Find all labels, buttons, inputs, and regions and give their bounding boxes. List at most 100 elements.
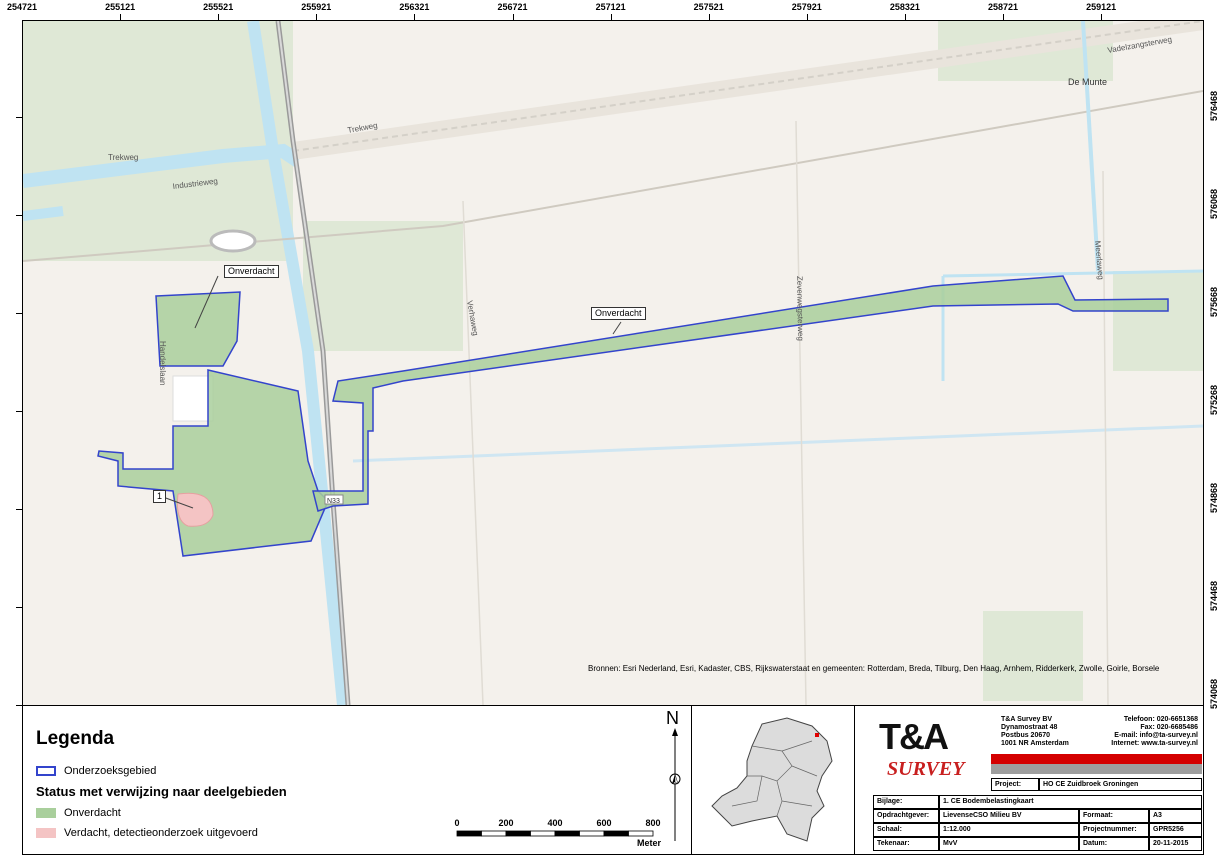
legend-item-onderzoeksgebied: Onderzoeksgebied <box>36 764 156 777</box>
scale-tick-label: 400 <box>547 818 563 828</box>
callout-leader-2 <box>612 321 622 335</box>
track-oval <box>209 229 257 253</box>
scale-segment <box>603 830 629 837</box>
legend-label-onderzoeksgebied: Onderzoeksgebied <box>64 764 157 777</box>
projectnummer-value: GPR5256 <box>1149 823 1202 837</box>
company-address: Dynamostraat 48 Postbus 20670 1001 NR Am… <box>1001 724 1069 747</box>
legend-title: Legenda <box>36 728 115 749</box>
main-canal <box>247 21 349 705</box>
x-coordinate-label: 258321 <box>889 2 920 12</box>
callout-onverdacht-2: Onverdacht <box>591 307 646 320</box>
scale-segment <box>628 830 654 837</box>
logo-subtext: SURVEY <box>887 758 965 780</box>
area-onverdacht-main[interactable] <box>97 369 329 557</box>
road-label-n33: N33 <box>327 498 340 505</box>
north-label: N <box>666 708 679 728</box>
scale-tick-label: 600 <box>596 818 612 828</box>
green-field-e <box>1113 271 1203 371</box>
gray-band <box>991 764 1202 774</box>
x-coordinate-label: 257121 <box>595 2 626 12</box>
map-sources: Bronnen: Esri Nederland, Esri, Kadaster,… <box>588 664 1160 673</box>
callout-onverdacht-1: Onverdacht <box>224 265 279 278</box>
bottom-panel: Legenda Onderzoeksgebied Status met verw… <box>22 705 1204 855</box>
road-label-zevenwegsterweg: Zevenwegsterweg <box>795 276 805 341</box>
opdrachtgever-label: Opdrachtgever: <box>873 809 939 823</box>
netherlands-overview-map <box>691 706 855 854</box>
y-coordinate-label: 574068 <box>1209 678 1219 710</box>
bijlage-label: Bijlage: <box>873 795 939 809</box>
scale-bar: 0 200 400 600 800 Meter <box>451 814 661 849</box>
y-coordinate-label: 576468 <box>1209 90 1219 122</box>
company-contact: Telefoon: 020-6651368 Fax: 020-6685486 E… <box>1111 716 1198 747</box>
map-canvas: Trekweg Trekweg Industrieweg Vadelzangst… <box>23 21 1203 705</box>
opdrachtgever-value: LievenseCSO Milieu BV <box>939 809 1079 823</box>
legend-item-verdacht: Verdacht, detectieonderzoek uitgevoerd <box>36 826 258 839</box>
scale-tick-label: 0 <box>454 818 460 828</box>
ditch-long <box>352 424 1203 463</box>
x-coordinate-label: 257921 <box>791 2 822 12</box>
x-coordinate-label: 255121 <box>105 2 136 12</box>
y-coordinate-label: 574468 <box>1209 580 1219 612</box>
projectnummer-label: Projectnummer: <box>1079 823 1149 837</box>
scale-tick-label: 800 <box>645 818 661 828</box>
legend-label-onverdacht: Onverdacht <box>64 806 121 819</box>
x-coordinate-label: 256321 <box>399 2 430 12</box>
x-coordinate-label: 259121 <box>1086 2 1117 12</box>
company-name: T&A Survey BV <box>1001 716 1053 723</box>
legend-swatch-verdacht <box>36 827 56 838</box>
legend-label-verdacht: Verdacht, detectieonderzoek uitgevoerd <box>64 826 258 839</box>
scale-tick-label: 200 <box>498 818 514 828</box>
x-coordinate-label: 254721 <box>6 2 38 12</box>
legend: Legenda Onderzoeksgebied Status met verw… <box>23 706 668 854</box>
legend-subtitle: Status met verwijzing naar deelgebieden <box>36 784 287 799</box>
building-plot <box>172 375 214 422</box>
scale-segment <box>530 830 556 837</box>
project-value: HO CE Zuidbroek Groningen <box>1039 778 1202 791</box>
formaat-value: A3 <box>1149 809 1202 823</box>
scale-segment <box>554 830 580 837</box>
datum-label: Datum: <box>1079 837 1149 851</box>
legend-swatch-onverdacht <box>36 807 56 818</box>
netherlands-outline-icon <box>711 717 833 842</box>
red-band <box>991 754 1202 764</box>
canal-small <box>23 206 64 221</box>
road-verhaweg <box>462 200 484 705</box>
x-coordinate-label: 258721 <box>987 2 1019 12</box>
y-coordinate-label: 574868 <box>1209 482 1219 514</box>
scale-segment <box>579 830 605 837</box>
road-zevenweg <box>795 120 807 705</box>
scale-segment <box>481 830 507 837</box>
map-frame[interactable]: Trekweg Trekweg Industrieweg Vadelzangst… <box>22 20 1204 706</box>
map-page: 254721 255121 255521 255921 256321 256721 2571… <box>0 0 1222 856</box>
x-coordinate-label: 255921 <box>301 2 332 12</box>
green-field-se <box>983 611 1083 701</box>
x-coordinate-label: 256721 <box>497 2 528 12</box>
north-arrow: N <box>661 706 691 854</box>
y-coordinate-label: 575668 <box>1209 286 1219 318</box>
logo-text: T&A <box>879 716 949 757</box>
road-label-trekweg: Trekweg <box>108 153 138 162</box>
y-coordinate-label: 576068 <box>1209 188 1219 220</box>
bijlage-value: 1. CE Bodembelastingkaart <box>939 795 1202 809</box>
schaal-label: Schaal: <box>873 823 939 837</box>
road-label-handelslaan: Handelslaan <box>158 341 167 385</box>
schaal-value: 1:12.000 <box>939 823 1079 837</box>
formaat-label: Formaat: <box>1079 809 1149 823</box>
green-field-center <box>303 221 463 351</box>
datum-value: 20-11-2015 <box>1149 837 1202 851</box>
callout-area-1: 1 <box>153 490 167 503</box>
scale-segment <box>505 830 531 837</box>
legend-swatch-boundary <box>36 765 56 776</box>
tekenaar-value: MvV <box>939 837 1079 851</box>
tekenaar-label: Tekenaar: <box>873 837 939 851</box>
scale-unit: Meter <box>636 838 661 848</box>
y-coordinate-label: 575268 <box>1209 384 1219 416</box>
area-onverdacht-north[interactable] <box>155 291 241 367</box>
x-coordinate-label: 255521 <box>203 2 234 12</box>
place-label-de-munte: De Munte <box>1068 77 1107 87</box>
x-coordinate-label: 257521 <box>693 2 724 12</box>
company-logo: T&A SURVEY <box>859 714 987 784</box>
scale-segment <box>456 830 482 837</box>
title-block: T&A SURVEY T&A Survey BV Dynamostraat 48… <box>853 706 1203 854</box>
project-label: Project: <box>991 778 1039 791</box>
